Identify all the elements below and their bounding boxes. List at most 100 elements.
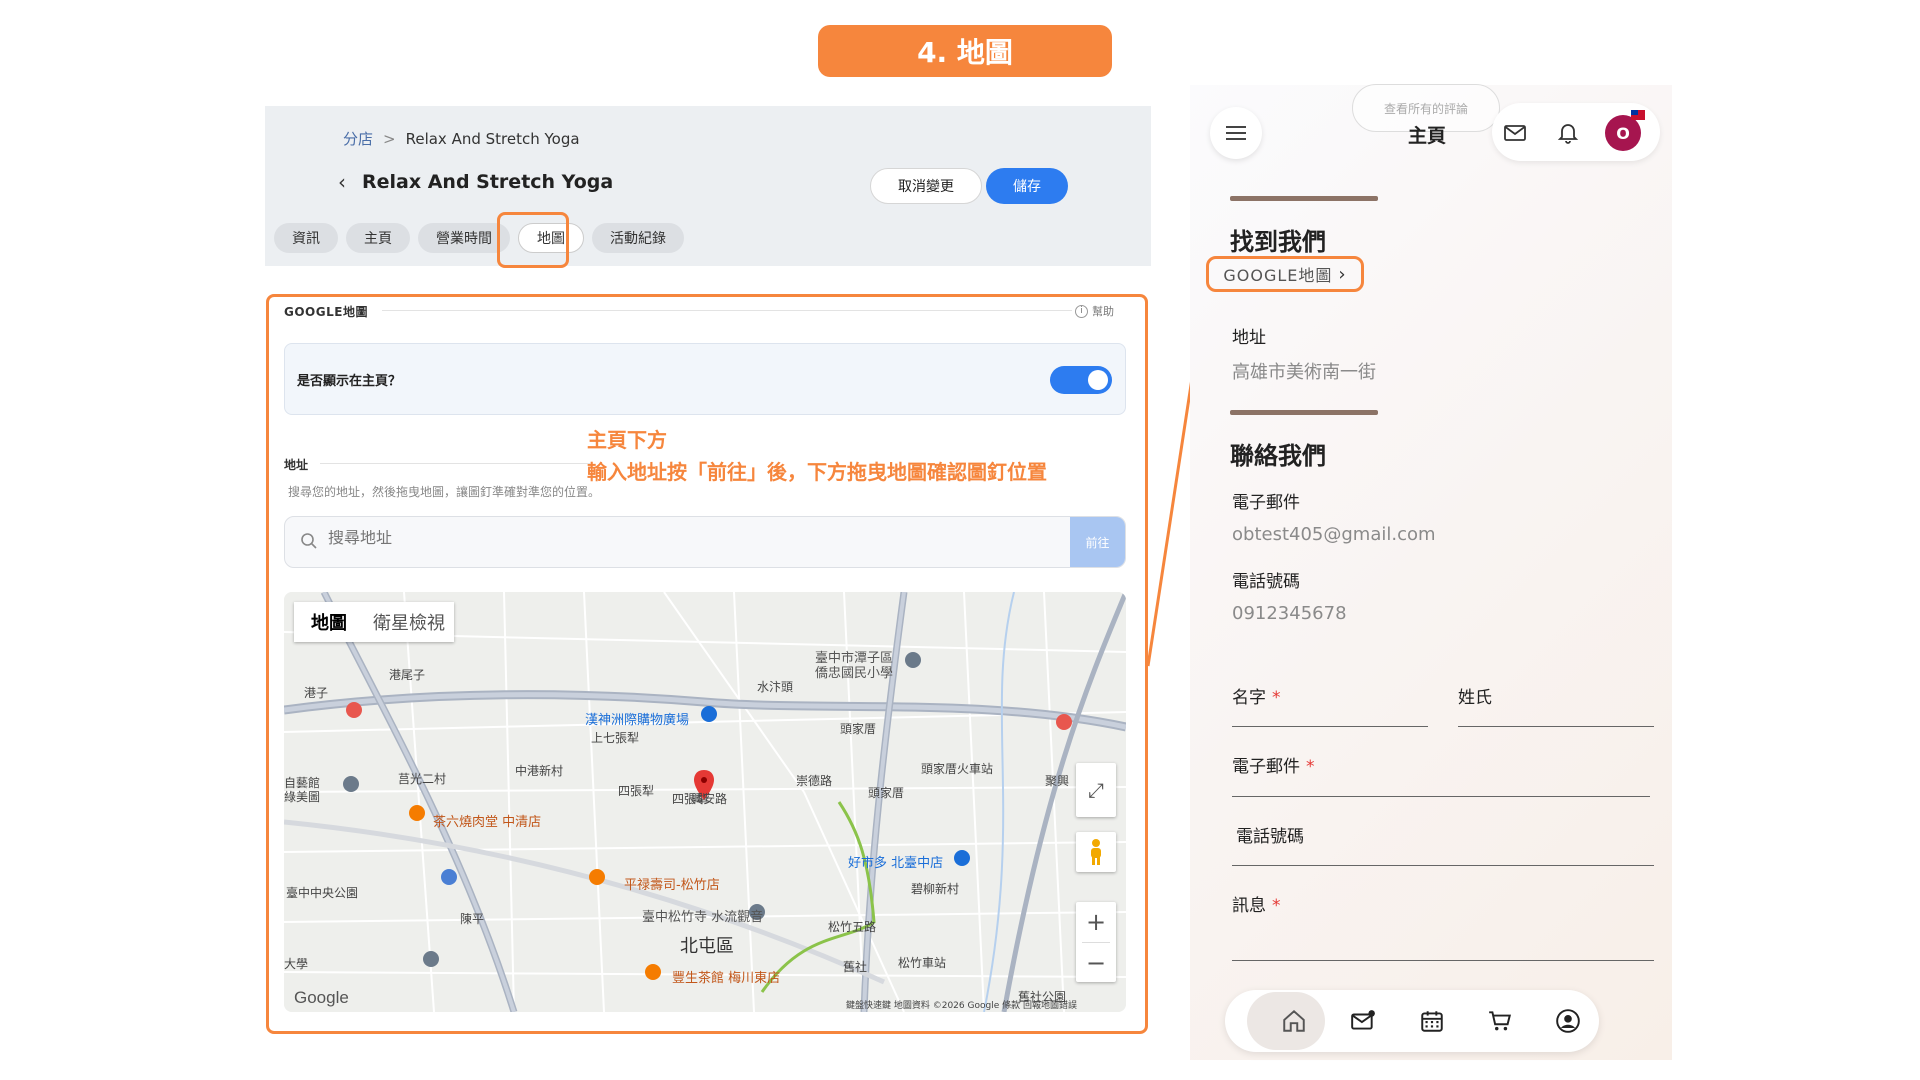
- hamburger-menu-button[interactable]: [1210, 107, 1262, 159]
- show-on-home-toggle[interactable]: [1050, 366, 1112, 394]
- map-type-satellite-button[interactable]: 衛星檢視: [364, 602, 454, 642]
- map-label: 舊社: [843, 960, 868, 974]
- required-mark: *: [1272, 688, 1281, 708]
- profile-icon[interactable]: [1553, 1006, 1583, 1036]
- go-button[interactable]: 前往: [1070, 517, 1125, 567]
- first-name-label: 名字: [1232, 688, 1266, 708]
- contact-us-title: 聯絡我們: [1230, 442, 1326, 470]
- breadcrumb-parent[interactable]: 分店: [343, 128, 373, 149]
- address-divider: [320, 463, 590, 464]
- cart-icon[interactable]: [1485, 1006, 1515, 1036]
- form-message-field[interactable]: 訊息 *: [1232, 891, 1281, 916]
- email-label: 電子郵件: [1232, 493, 1300, 513]
- zoom-control: + −: [1076, 902, 1116, 982]
- zoom-out-icon[interactable]: −: [1086, 949, 1106, 977]
- form-email-field[interactable]: 電子郵件 *: [1232, 752, 1315, 777]
- help-label: 幫助: [1092, 305, 1114, 318]
- form-phone-field[interactable]: 電話號碼: [1236, 822, 1304, 847]
- address-hint: 搜尋您的地址，然後拖曳地圖，讓圖釘準確對準您的位置。: [288, 485, 601, 499]
- home-icon[interactable]: [1279, 1006, 1309, 1036]
- show-on-home-label: 是否顯示在主頁？: [297, 374, 402, 389]
- map-label: 松竹五路: [828, 920, 877, 934]
- form-phone-label: 電話號碼: [1236, 827, 1304, 847]
- map-label: 聚興: [1045, 774, 1070, 788]
- map-poi-restaurant[interactable]: 茶六燒肉堂 中清店: [433, 811, 541, 830]
- google-map-link-label: GOOGLE地圖: [1223, 266, 1333, 285]
- map-label: 港子: [304, 686, 329, 700]
- map-type-control: 地圖 衛星檢視: [294, 602, 454, 642]
- google-logo: Google: [294, 988, 349, 1007]
- step-banner: 4. 地圖: [818, 25, 1112, 77]
- zoom-in-icon[interactable]: +: [1086, 908, 1106, 936]
- annotation-line-2: 輸入地址按「前往」後，下方拖曳地圖確認圖釘位置: [587, 460, 1047, 484]
- map-district-label: 北屯區: [680, 936, 734, 957]
- back-chevron-icon[interactable]: ‹: [338, 170, 346, 194]
- map-label: 莒光二村: [398, 772, 447, 786]
- map-poi-temple[interactable]: 臺中松竹寺 水流觀音: [642, 906, 763, 925]
- breadcrumb-current: Relax And Stretch Yoga: [405, 129, 580, 148]
- map-label: 頭家厝: [840, 722, 877, 736]
- map-poi-mall[interactable]: 漢神洲際購物廣場: [585, 709, 689, 728]
- tab-map-highlight: [497, 212, 569, 268]
- map-type-map-button[interactable]: 地圖: [294, 602, 364, 642]
- form-phone-underline: [1232, 865, 1654, 866]
- tab-bar: 資訊 主頁 營業時間 地圖 活動紀錄: [274, 223, 684, 253]
- map-label: 大學: [284, 957, 309, 971]
- hamburger-icon: [1226, 126, 1246, 140]
- calendar-icon[interactable]: [1417, 1006, 1447, 1036]
- last-name-underline: [1458, 726, 1654, 727]
- tab-info[interactable]: 資訊: [274, 223, 338, 253]
- google-map-link[interactable]: GOOGLE地圖 ›: [1206, 256, 1364, 292]
- save-button[interactable]: 儲存: [986, 168, 1068, 204]
- cancel-changes-button[interactable]: 取消變更: [870, 168, 982, 204]
- map-label: 水汴頭: [757, 680, 794, 694]
- mobile-header-title: 主頁: [1408, 125, 1447, 147]
- annotation-line-1: 主頁下方: [587, 428, 667, 452]
- map-poi-school[interactable]: 臺中市潭子區僑忠國民小學: [815, 651, 905, 681]
- form-message-label: 訊息: [1232, 896, 1266, 916]
- tab-activity-log[interactable]: 活動紀錄: [592, 223, 684, 253]
- map-label: 上七張犁: [591, 731, 640, 745]
- section-divider: [1230, 196, 1378, 201]
- map-label: 臺中中央公園: [286, 886, 359, 900]
- map-poi-teahouse[interactable]: 豐生茶館 梅川東店: [672, 967, 780, 986]
- address-label: 地址: [1232, 328, 1266, 348]
- breadcrumb: 分店 > Relax And Stretch Yoga: [343, 128, 580, 149]
- map-poi-store[interactable]: 好市多 北臺中店: [848, 852, 943, 871]
- last-name-field[interactable]: 姓氏: [1458, 683, 1492, 708]
- tab-home[interactable]: 主頁: [346, 223, 410, 253]
- messages-icon[interactable]: [1348, 1006, 1378, 1036]
- help-link[interactable]: i 幫助: [1075, 303, 1114, 319]
- map-label: 松竹車站: [898, 956, 947, 970]
- email-value[interactable]: obtest405@gmail.com: [1232, 524, 1436, 545]
- street-view-pegman-icon[interactable]: [1076, 832, 1116, 872]
- last-name-label: 姓氏: [1458, 688, 1492, 708]
- map-poi-restaurant[interactable]: 平禄壽司-松竹店: [624, 874, 720, 893]
- phone-label: 電話號碼: [1232, 572, 1300, 592]
- map-label: 頭家厝火車站: [921, 762, 994, 776]
- form-message-underline: [1232, 960, 1654, 961]
- section-title: GOOGLE地圖: [284, 305, 368, 319]
- map-label: 頭家厝: [868, 786, 905, 800]
- fullscreen-icon[interactable]: ⤢: [1076, 763, 1116, 817]
- map-label: 崇德路: [796, 774, 833, 788]
- required-mark: *: [1306, 757, 1315, 777]
- avatar[interactable]: O: [1605, 115, 1641, 151]
- breadcrumb-separator: >: [383, 129, 396, 148]
- show-on-home-card: [284, 343, 1126, 415]
- map-label: 興安路: [691, 792, 728, 806]
- mail-icon[interactable]: [1503, 121, 1527, 145]
- address-search-input[interactable]: [328, 530, 828, 548]
- page-title: Relax And Stretch Yoga: [362, 171, 614, 193]
- search-icon: [301, 533, 317, 549]
- form-email-label: 電子郵件: [1232, 757, 1300, 777]
- flag-icon: [1631, 110, 1645, 120]
- info-icon: i: [1075, 304, 1088, 318]
- first-name-field[interactable]: 名字 *: [1232, 683, 1281, 708]
- bell-icon[interactable]: [1556, 120, 1580, 144]
- chevron-right-icon: ›: [1338, 263, 1347, 285]
- form-email-underline: [1232, 796, 1650, 797]
- phone-value[interactable]: 0912345678: [1232, 603, 1347, 624]
- map-label: 碧柳新村: [911, 882, 960, 896]
- map-label: 陳平: [460, 912, 485, 926]
